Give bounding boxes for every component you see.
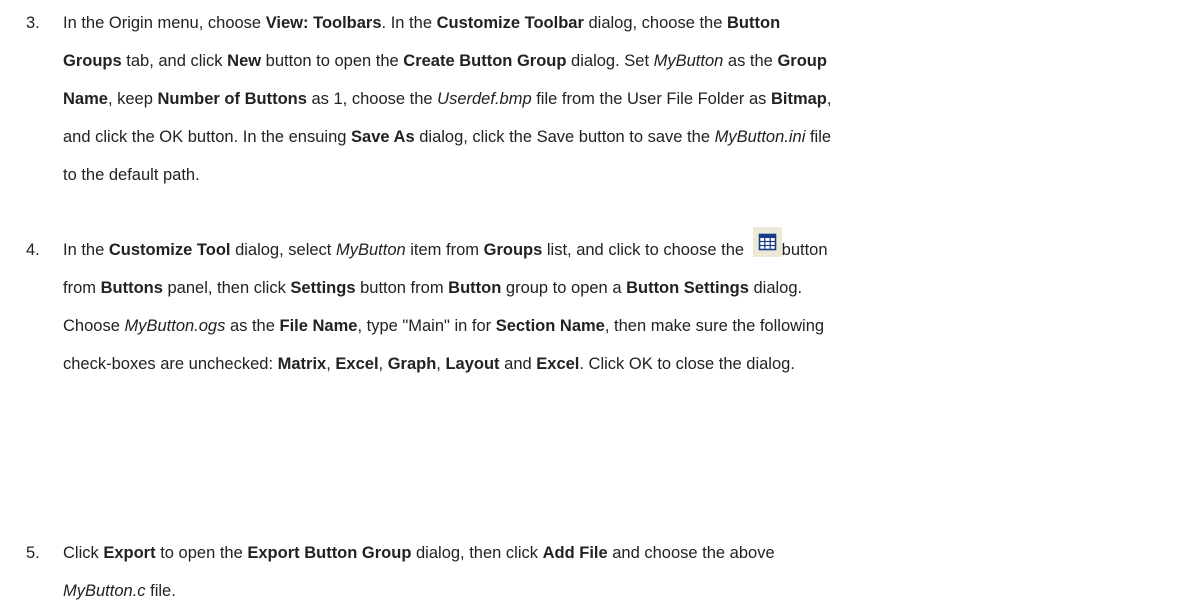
bold-term: Group [777, 52, 827, 70]
text-line: Name, keep Number of Buttons as 1, choos… [63, 80, 1178, 118]
text-run: dialog, choose the [583, 14, 727, 32]
text-run: from [63, 279, 101, 297]
bold-term: Layout [445, 355, 500, 373]
text-run: as the [225, 317, 280, 335]
bold-term: View: Toolbars [265, 14, 382, 32]
bold-term: Graph [387, 355, 437, 373]
text-run: dialog. [748, 279, 803, 297]
text-line: In the Customize Tool dialog, select MyB… [63, 227, 1178, 269]
bold-term: Name [63, 90, 108, 108]
bold-term: Add File [542, 544, 608, 562]
bold-term: Groups [483, 241, 543, 259]
bold-term: Groups [63, 52, 122, 70]
text-line: from Buttons panel, then click Settings … [63, 269, 1178, 307]
text-run: . In the [381, 14, 437, 32]
text-run: , [378, 355, 388, 373]
text-run: to open the [155, 544, 248, 562]
bold-term: Bitmap [770, 90, 827, 108]
bold-term: Button Settings [626, 279, 749, 297]
text-run: and choose the above [607, 544, 775, 562]
text-run: dialog, click the Save button to save th… [414, 128, 715, 146]
text-run: , keep [107, 90, 158, 108]
text-run: file. [145, 582, 176, 600]
text-run: Click [63, 544, 104, 562]
italic-term: MyButton [335, 241, 406, 259]
text-run: button to open the [261, 52, 404, 70]
bold-term: Excel [335, 355, 379, 373]
italic-term: MyButton.ogs [124, 317, 226, 335]
text-run: . Click OK to close the dialog. [579, 355, 795, 373]
text-run: file [805, 128, 832, 146]
step-number: 3. [26, 14, 40, 32]
text-line: In the Origin menu, choose View: Toolbar… [63, 4, 1178, 42]
text-line: check-boxes are unchecked: Matrix, Excel… [63, 345, 1178, 383]
text-run: , [826, 90, 832, 108]
text-run: button [781, 241, 828, 259]
bold-term: Customize Toolbar [436, 14, 584, 32]
text-line: Groups tab, and click New button to open… [63, 42, 1178, 80]
italic-term: MyButton.c [63, 582, 146, 600]
step-text: Click Export to open the Export Button G… [63, 534, 1178, 610]
text-run: In the [63, 241, 109, 259]
text-run: as 1, choose the [306, 90, 438, 108]
table-grid-icon [752, 227, 782, 257]
italic-term: MyButton.ini [714, 128, 806, 146]
italic-term: Userdef.bmp [437, 90, 532, 108]
text-run: tab, and click [121, 52, 228, 70]
bold-term: Export Button Group [247, 544, 412, 562]
bold-term: Create Button Group [403, 52, 567, 70]
text-line: to the default path. [63, 156, 1178, 194]
text-run: item from [405, 241, 484, 259]
step-text: In the Customize Tool dialog, select MyB… [63, 227, 1178, 383]
text-run: group to open a [501, 279, 627, 297]
bold-term: Save As [351, 128, 415, 146]
bold-term: Customize Tool [108, 241, 231, 259]
text-run: , type "Main" in for [357, 317, 496, 335]
text-run: In the Origin menu, choose [63, 14, 266, 32]
text-line: Choose MyButton.ogs as the File Name, ty… [63, 307, 1178, 345]
text-run: check-boxes are unchecked: [63, 355, 278, 373]
text-line: Click Export to open the Export Button G… [63, 534, 1178, 572]
italic-term: MyButton [653, 52, 724, 70]
text-run: panel, then click [162, 279, 291, 297]
bold-term: File Name [279, 317, 358, 335]
text-run: dialog. Set [566, 52, 654, 70]
bold-term: Button [448, 279, 502, 297]
text-run: dialog, select [230, 241, 336, 259]
step-text: In the Origin menu, choose View: Toolbar… [63, 4, 1178, 194]
text-run: button from [355, 279, 449, 297]
bold-term: Number of Buttons [157, 90, 307, 108]
bold-term: Button [727, 14, 781, 32]
text-line: and click the OK button. In the ensuing … [63, 118, 1178, 156]
bold-term: Section Name [495, 317, 605, 335]
text-run: Choose [63, 317, 125, 335]
text-run: list, and click to choose the [542, 241, 749, 259]
text-run: as the [723, 52, 778, 70]
text-line: MyButton.c file. [63, 572, 1178, 610]
text-run: dialog, then click [411, 544, 543, 562]
bold-term: Buttons [100, 279, 163, 297]
bold-term: Export [103, 544, 156, 562]
text-run: and click the OK button. In the ensuing [63, 128, 352, 146]
step-number: 5. [26, 544, 40, 562]
bold-term: Settings [290, 279, 356, 297]
text-run: and [499, 355, 537, 373]
text-run: , then make sure the following [604, 317, 825, 335]
text-run: file from the User File Folder as [531, 90, 771, 108]
document-page: 3. In the Origin menu, choose View: Tool… [0, 0, 1184, 606]
step-number: 4. [26, 241, 40, 259]
bold-term: Excel [536, 355, 580, 373]
text-run: to the default path. [63, 166, 200, 184]
bold-term: New [227, 52, 262, 70]
bold-term: Matrix [277, 355, 327, 373]
